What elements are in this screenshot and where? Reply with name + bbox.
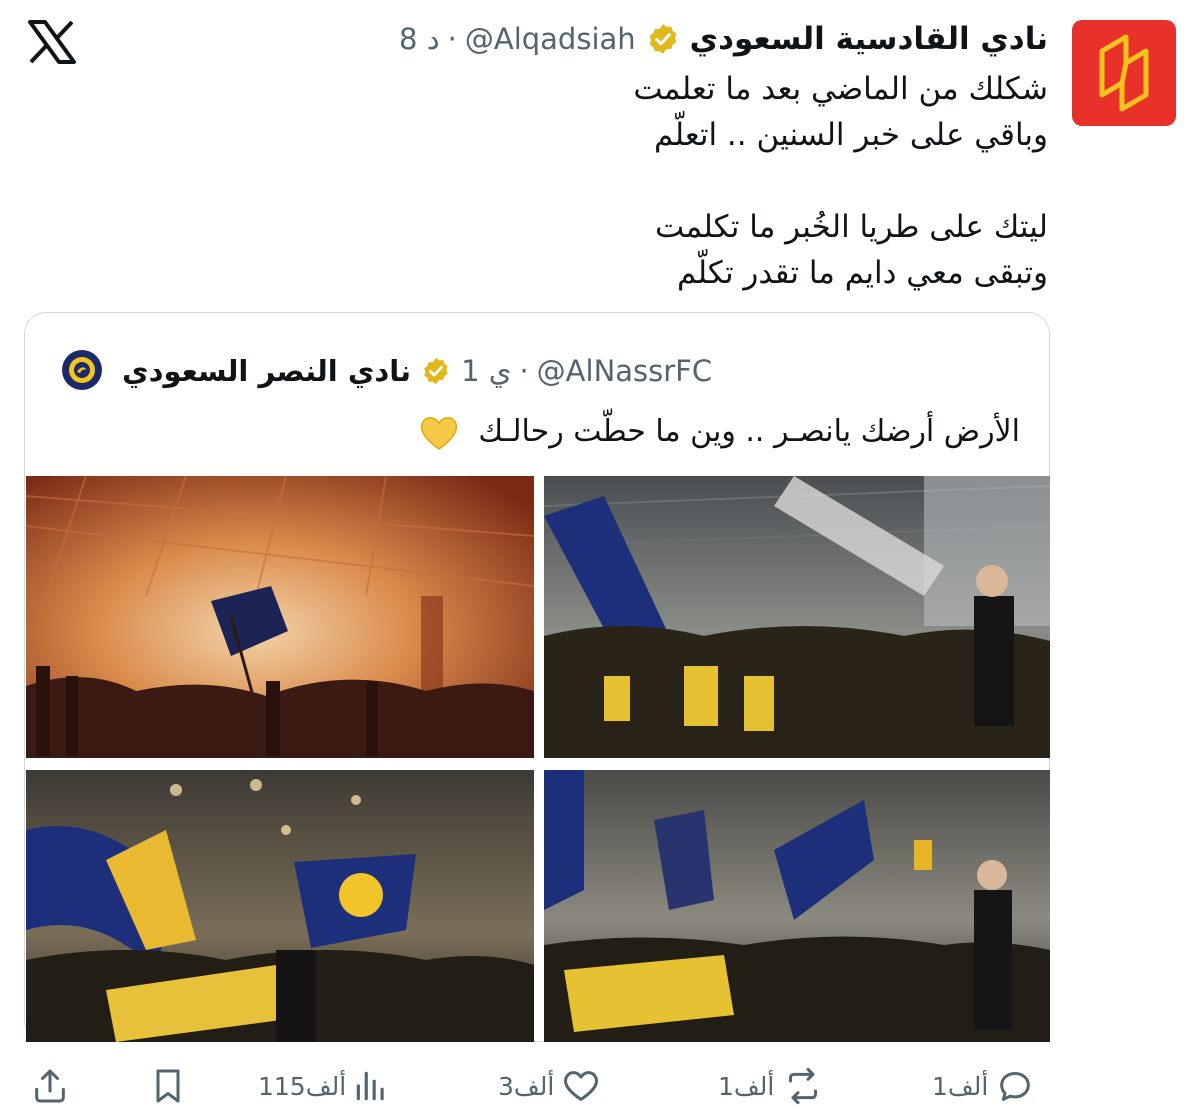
views-count: 115ألف: [258, 1071, 347, 1101]
qadsiah-crest-icon: [1099, 34, 1149, 112]
author-avatar[interactable]: [1072, 20, 1176, 126]
action-bar: 115ألف 3ألف 1ألف 1ألف: [0, 1060, 1200, 1112]
quoted-display-name[interactable]: نادي النصر السعودي: [122, 354, 411, 388]
nassr-crest-icon: [69, 357, 95, 383]
tweet-line: وتبقى معي دايم ما تقدر تكلّم: [676, 255, 1048, 291]
tweet-header: نادي القادسية السعودي 8 د · @Alqadsiah: [399, 16, 1048, 62]
quoted-header-line: 1 ي · @AlNassrFC نادي النصر السعودي: [122, 348, 712, 394]
yellow-heart-icon: [420, 416, 457, 450]
views-button[interactable]: 115ألف: [258, 1060, 390, 1112]
heart-icon: [564, 1071, 599, 1101]
photo-crowd-banner[interactable]: [544, 770, 1050, 1042]
likes-count: 3ألف: [498, 1071, 555, 1101]
reply-icon: [1000, 1072, 1031, 1101]
like-button[interactable]: 3ألف: [498, 1060, 602, 1112]
tweet-line: وباقي على خبر السنين .. اتعلّم: [653, 117, 1048, 153]
photo-crowd-coach[interactable]: [544, 476, 1050, 758]
author-display-name[interactable]: نادي القادسية السعودي: [690, 21, 1048, 57]
tweet-line: شكلك من الماضي بعد ما تعلمت: [633, 71, 1048, 107]
tweet-line: ليتك على طريا الخُبر ما تكلمت: [655, 209, 1048, 245]
share-button[interactable]: [30, 1060, 70, 1112]
author-meta: 8 د · @Alqadsiah: [399, 22, 636, 56]
photo-flares[interactable]: [26, 476, 534, 758]
quoted-handle[interactable]: @AlNassrFC: [537, 354, 712, 388]
repost-icon: [789, 1067, 818, 1105]
x-logo-icon[interactable]: [28, 20, 76, 64]
dot-separator: ·: [519, 354, 529, 388]
verified-badge-icon: [649, 24, 676, 54]
author-handle[interactable]: @Alqadsiah: [465, 22, 636, 56]
author-time: 8 د: [399, 22, 440, 56]
quoted-meta: 1 ي · @AlNassrFC: [461, 354, 712, 388]
quoted-text-content: الأرض أرضك يانصـر .. وين ما حطّت رحالـك: [478, 414, 1020, 449]
replies-count: 1ألف: [932, 1071, 989, 1101]
bookmark-button[interactable]: [148, 1060, 188, 1112]
quoted-text: الأرض أرضك يانصـر .. وين ما حطّت رحالـك: [380, 408, 1020, 458]
reply-button[interactable]: 1ألف: [932, 1060, 1036, 1112]
quoted-author-avatar[interactable]: [62, 350, 102, 390]
reposts-count: 1ألف: [718, 1071, 775, 1101]
quoted-time: 1 ي: [461, 354, 512, 388]
dot-separator: ·: [447, 22, 457, 56]
verified-badge-icon: [424, 357, 448, 385]
bookmark-icon: [156, 1069, 180, 1103]
photo-flag-fans[interactable]: [26, 770, 534, 1042]
views-chart-icon: [356, 1071, 384, 1101]
share-icon: [35, 1069, 65, 1103]
tweet-text: شكلك من الماضي بعد ما تعلمت وباقي على خب…: [328, 66, 1048, 296]
repost-button[interactable]: 1ألف: [718, 1060, 826, 1112]
